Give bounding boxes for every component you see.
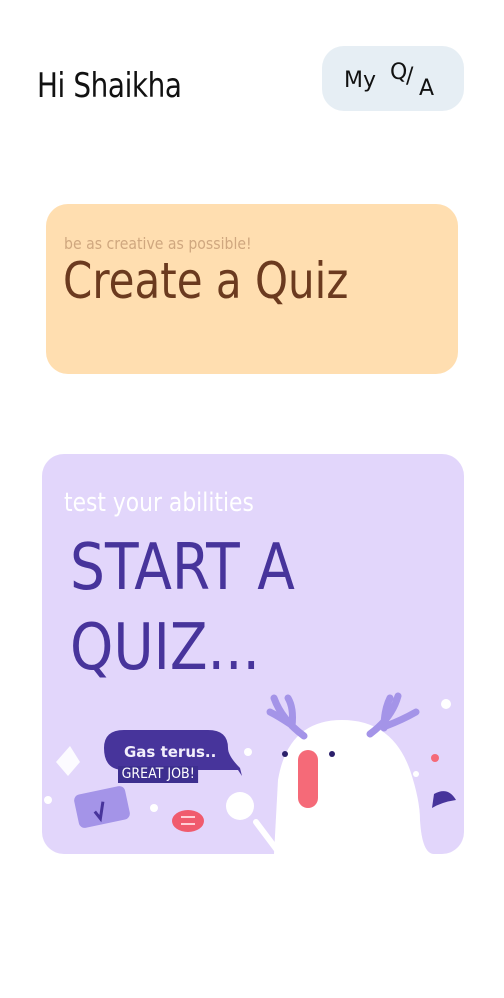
nose-icon <box>298 750 318 808</box>
my-label: My <box>344 68 377 93</box>
antler-left-icon <box>266 694 308 740</box>
q-label: Q <box>390 60 408 85</box>
create-quiz-card[interactable]: be as creative as possible! Create a Qui… <box>46 204 458 374</box>
gem-icon <box>56 746 80 776</box>
speech-bubble-text: Gas terus.. <box>124 743 217 761</box>
half-circle-icon <box>432 791 456 808</box>
slash-label: / <box>406 64 414 89</box>
create-quiz-subtitle: be as creative as possible! <box>64 234 252 253</box>
pill-icon <box>172 810 204 832</box>
great-job-badge: GREAT JOB! <box>118 766 199 783</box>
create-quiz-title: Create a Quiz <box>63 252 349 310</box>
a-label: A <box>419 76 435 101</box>
start-quiz-subtitle: test your abilities <box>64 488 254 518</box>
quiz-illustration <box>44 692 456 854</box>
start-quiz-title: START A QUIZ... <box>70 531 295 685</box>
start-quiz-card[interactable]: test your abilities START A QUIZ... Gas … <box>42 454 464 854</box>
my-qa-button[interactable]: My Q / A <box>322 46 464 111</box>
greeting: Hi Shaikha <box>37 66 182 106</box>
antler-right-icon <box>366 692 420 738</box>
